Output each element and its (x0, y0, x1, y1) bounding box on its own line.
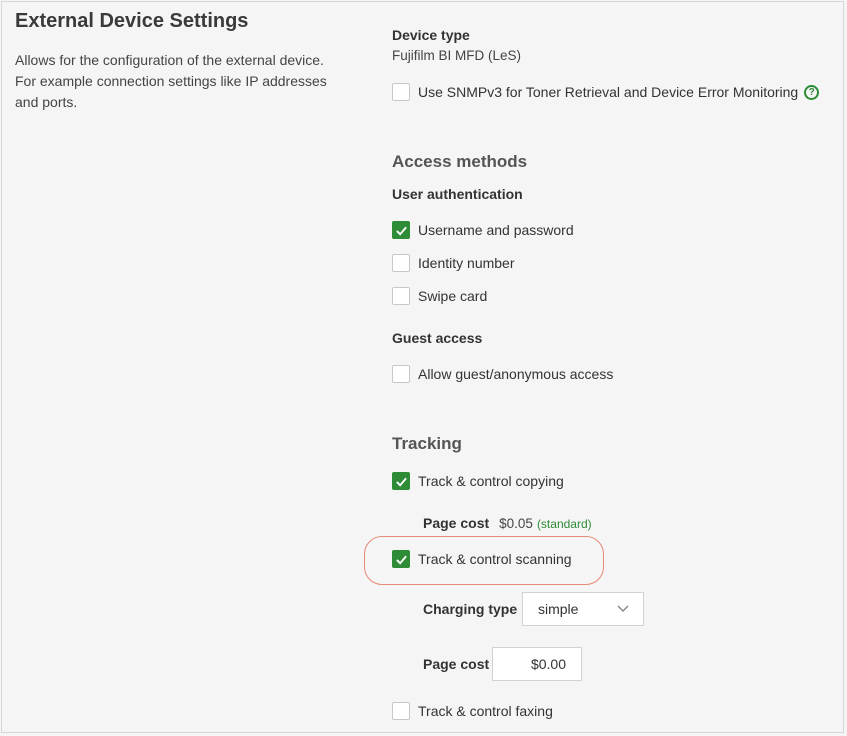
track-copying-option[interactable]: Track & control copying (392, 470, 564, 492)
guest-access-checkbox[interactable] (392, 365, 410, 383)
section-title: External Device Settings (15, 10, 249, 32)
username-password-label: Username and password (418, 222, 574, 238)
copy-page-cost: Page cost $0.05 (standard) (423, 515, 592, 531)
checkmark-icon (395, 226, 407, 236)
snmp-label: Use SNMPv3 for Toner Retrieval and Devic… (418, 84, 799, 100)
checkmark-icon (395, 555, 407, 565)
charging-type-label: Charging type (423, 601, 518, 617)
snmp-option[interactable]: Use SNMPv3 for Toner Retrieval and Devic… (392, 81, 820, 103)
swipe-card-label: Swipe card (418, 288, 488, 304)
identity-number-label: Identity number (418, 255, 515, 271)
track-faxing-label: Track & control faxing (418, 703, 553, 719)
charging-type-select[interactable]: simple (522, 592, 644, 626)
track-scanning-checkbox[interactable] (392, 550, 410, 568)
section-description: Allows for the configuration of the exte… (15, 52, 327, 110)
track-faxing-checkbox[interactable] (392, 702, 410, 720)
guest-access-label: Guest access (392, 330, 483, 346)
scan-page-cost-value: $0.00 (530, 656, 566, 672)
settings-panel: External Device Settings Allows for the … (1, 1, 844, 733)
checkmark-icon (395, 477, 407, 487)
standard-badge: (standard) (536, 517, 592, 531)
device-type-value: Fujifilm BI MFD (LeS) (392, 48, 522, 63)
snmp-checkbox[interactable] (392, 83, 410, 101)
track-scanning-option[interactable]: Track & control scanning (392, 548, 572, 570)
scan-page-cost-label: Page cost (423, 656, 490, 672)
auth-option-identity-number[interactable]: Identity number (392, 252, 515, 274)
swipe-card-checkbox[interactable] (392, 287, 410, 305)
track-faxing-option[interactable]: Track & control faxing (392, 700, 553, 722)
device-type-label: Device type (392, 27, 470, 43)
access-methods-heading: Access methods (392, 152, 528, 171)
scan-page-cost-input[interactable]: $0.00 (492, 647, 582, 681)
username-password-checkbox[interactable] (392, 221, 410, 239)
identity-number-checkbox[interactable] (392, 254, 410, 272)
section-info: External Device Settings Allows for the … (15, 10, 345, 113)
auth-option-swipe-card[interactable]: Swipe card (392, 285, 487, 307)
copy-page-cost-label: Page cost (423, 515, 490, 531)
track-copying-label: Track & control copying (418, 473, 564, 489)
chevron-down-icon (617, 605, 629, 613)
auth-option-username-password[interactable]: Username and password (392, 219, 574, 241)
charging-type-value: simple (538, 601, 579, 617)
guest-access-option[interactable]: Allow guest/anonymous access (392, 363, 613, 385)
track-scanning-label: Track & control scanning (418, 551, 572, 567)
tracking-heading: Tracking (392, 434, 462, 453)
track-copying-checkbox[interactable] (392, 472, 410, 490)
help-icon[interactable]: ? (804, 84, 820, 100)
user-auth-label: User authentication (392, 186, 523, 202)
guest-access-option-label: Allow guest/anonymous access (418, 366, 614, 382)
copy-page-cost-value: $0.05 (499, 516, 533, 531)
